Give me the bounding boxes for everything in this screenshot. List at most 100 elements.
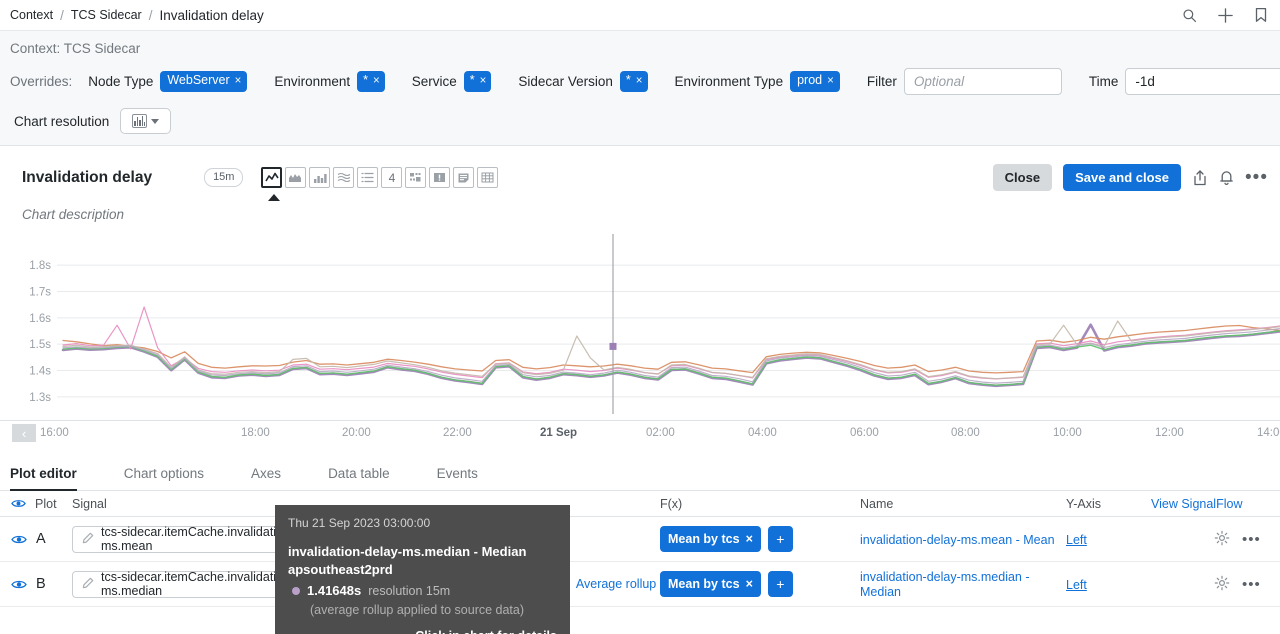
more-icon[interactable]: ••• [1242, 577, 1261, 592]
tooltip-value-row: 1.41648s resolution 15m [288, 582, 557, 601]
column-plot: Plot [0, 497, 72, 511]
close-icon[interactable]: × [480, 75, 487, 87]
close-icon[interactable]: × [827, 75, 834, 87]
bell-icon[interactable] [1219, 169, 1234, 186]
data-table-icon[interactable] [477, 167, 499, 188]
eye-icon[interactable] [11, 534, 27, 545]
x-tick: 18:00 [241, 427, 270, 439]
override-sidecar-version: Sidecar Version * × [518, 71, 648, 92]
area-chart-icon[interactable] [285, 167, 307, 188]
tooltip-resolution: resolution 15m [368, 584, 451, 599]
chart-resolution-label: Chart resolution [14, 113, 110, 129]
row-name-cell: invalidation-delay-ms.median - Median [860, 569, 1066, 599]
close-icon[interactable]: × [636, 75, 643, 87]
save-and-close-button[interactable]: Save and close [1063, 164, 1182, 191]
share-icon[interactable] [1192, 169, 1208, 187]
close-button[interactable]: Close [992, 164, 1053, 191]
chip-value: WebServer [167, 73, 230, 88]
breadcrumb-item-invalidation-delay[interactable]: Invalidation delay [159, 8, 263, 23]
breadcrumb-separator: / [148, 7, 153, 23]
more-icon[interactable]: ••• [1242, 532, 1261, 547]
tab-plot-editor[interactable]: Plot editor [10, 466, 77, 491]
column-plot-label: Plot [35, 496, 57, 511]
override-chip-prod[interactable]: prod × [790, 71, 840, 92]
yaxis-link[interactable]: Left [1066, 533, 1087, 547]
tab-axes[interactable]: Axes [251, 466, 281, 490]
close-icon[interactable]: × [373, 75, 380, 87]
time-label: Time [1088, 74, 1119, 89]
tab-data-table[interactable]: Data table [328, 466, 390, 490]
close-icon[interactable]: × [746, 578, 753, 591]
more-icon[interactable]: ••• [1245, 167, 1268, 187]
view-signalflow-link[interactable]: View SignalFlow [1151, 497, 1242, 511]
chart-description: Chart description [22, 207, 125, 222]
row-letter: B [36, 576, 46, 592]
filter-input[interactable]: Optional [903, 68, 1062, 95]
x-tick: 06:00 [850, 427, 879, 439]
override-label: Environment [274, 74, 351, 89]
top-bar: Context / TCS Sidecar / Invalidation del… [0, 0, 1280, 31]
viz-type-toolbar: 4 [261, 167, 501, 201]
pan-left-button[interactable]: ‹ [12, 424, 36, 442]
y-tick: 1.5s [29, 339, 51, 351]
list-icon[interactable] [357, 167, 379, 188]
override-chip-service[interactable]: * × [463, 71, 492, 92]
fx-chip-mean-by-tcs[interactable]: Mean by tcs × [660, 570, 761, 598]
eye-icon[interactable] [11, 579, 27, 590]
tab-chart-options[interactable]: Chart options [124, 466, 204, 490]
text-note-icon[interactable] [453, 167, 475, 188]
time-input[interactable]: -1d [1125, 68, 1280, 95]
eye-icon[interactable] [11, 498, 26, 509]
chart-series-line [61, 323, 1280, 388]
fx-chip-mean-by-tcs[interactable]: Mean by tcs × [660, 525, 761, 553]
override-chip-webserver[interactable]: WebServer × [160, 71, 248, 92]
breadcrumb-item-tcs-sidecar[interactable]: TCS Sidecar [71, 8, 142, 22]
chart-plot-area[interactable]: 1.8s 1.7s 1.6s 1.5s 1.4s 1.3s Thu 21 Sep 2023… [0, 234, 1280, 634]
gear-icon[interactable] [1214, 530, 1230, 549]
tab-events[interactable]: Events [437, 466, 478, 490]
plus-icon[interactable] [1217, 7, 1234, 24]
y-tick: 1.3s [29, 392, 51, 404]
pencil-icon [82, 577, 94, 592]
override-chip-sidecar-version[interactable]: * × [619, 71, 648, 92]
breadcrumb-separator: / [60, 7, 64, 23]
fx-chip-label: Mean by tcs [668, 531, 740, 546]
yaxis-link[interactable]: Left [1066, 578, 1087, 592]
filter-group: Filter Optional [867, 68, 1062, 95]
tooltip-timestamp: Thu 21 Sep 2023 03:00:00 [288, 516, 431, 530]
chart-svg[interactable]: 1.8s 1.7s 1.6s 1.5s 1.4s 1.3s [0, 234, 1280, 420]
series-name-link[interactable]: invalidation-delay-ms.median - Median [860, 570, 1030, 599]
rollup-link[interactable]: Average rollup [576, 577, 656, 591]
series-name-link[interactable]: invalidation-delay-ms.mean - Mean [860, 533, 1055, 547]
line-chart-icon[interactable] [261, 167, 283, 201]
bookmark-icon[interactable] [1254, 7, 1268, 23]
close-icon[interactable]: × [746, 533, 753, 546]
column-fx: F(x) [660, 497, 860, 511]
close-icon[interactable]: × [235, 75, 242, 87]
chevron-down-icon [151, 118, 160, 124]
event-feed-icon[interactable] [429, 167, 451, 188]
y-tick: 1.7s [29, 287, 51, 299]
override-environment: Environment * × [274, 71, 385, 92]
row-actions: ••• [1214, 530, 1280, 549]
single-value-icon[interactable]: 4 [381, 167, 403, 188]
time-group: Time -1d [1089, 68, 1280, 95]
grid-icon[interactable] [405, 167, 427, 188]
override-chip-environment[interactable]: * × [357, 71, 385, 92]
x-tick: 14:00 [1257, 427, 1280, 439]
add-fx-button[interactable]: + [767, 571, 793, 597]
search-icon[interactable] [1182, 8, 1197, 23]
fx-chip-label: Mean by tcs [668, 576, 740, 591]
breadcrumb-item-context[interactable]: Context [10, 8, 53, 22]
column-chart-icon[interactable] [309, 167, 331, 188]
heatmap-icon[interactable] [333, 167, 355, 188]
y-tick: 1.8s [29, 260, 51, 272]
gear-icon[interactable] [1214, 575, 1230, 594]
override-service: Service * × [412, 71, 492, 92]
table-row: B tcs-sidecar.itemCache.invalidation-del… [0, 562, 1280, 607]
chip-value: * [363, 73, 369, 88]
tooltip-rollup-note: (average rollup applied to source data) [310, 602, 525, 617]
chart-resolution-select[interactable] [120, 108, 172, 134]
add-fx-button[interactable]: + [767, 526, 793, 552]
context-label: Context: TCS Sidecar [10, 41, 141, 56]
